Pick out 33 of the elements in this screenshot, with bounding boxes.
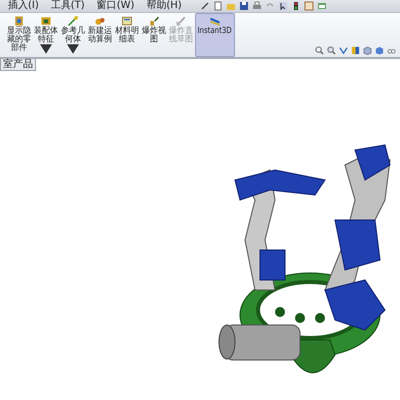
pin-icon[interactable] (200, 1, 210, 11)
table-icon (121, 15, 133, 27)
gears-icon (94, 15, 106, 27)
toolbar-button[interactable]: 新建运动算例 (87, 13, 113, 57)
toolbar-button[interactable]: 显示隐藏的零部件 (6, 13, 32, 57)
toolbar-button[interactable]: 装配体特征 (33, 13, 59, 57)
toolbar-button[interactable]: 爆炸视图 (141, 13, 167, 57)
save-icon[interactable] (238, 1, 249, 11)
zoom-fit-icon[interactable] (315, 46, 324, 55)
axis-icon (67, 15, 79, 27)
caret-icon[interactable] (67, 43, 79, 55)
print-icon[interactable] (252, 1, 262, 11)
toolbar-button[interactable]: Instant3D (195, 13, 235, 57)
menu-item[interactable]: 工具(T) (50, 0, 85, 12)
section-view-icon[interactable] (351, 46, 360, 55)
assembly-icon (40, 15, 52, 27)
display-style-icon[interactable] (375, 46, 384, 55)
gear-box-icon (13, 15, 25, 27)
new-document-icon[interactable] (212, 1, 223, 11)
line-sketch-icon (175, 15, 187, 27)
zoom-area-icon[interactable] (327, 46, 336, 55)
select-icon[interactable] (278, 1, 288, 11)
explode-icon (148, 15, 160, 27)
menu-item[interactable]: 帮助(H) (146, 0, 182, 12)
cube-icon[interactable] (363, 46, 372, 55)
previous-view-icon[interactable] (339, 46, 348, 55)
glasses-icon[interactable] (387, 46, 396, 55)
window-icon[interactable] (316, 1, 327, 11)
toolbar-button[interactable]: 材料明细表 (114, 13, 140, 57)
command-tab[interactable]: 室产品 (0, 59, 36, 71)
menu-item[interactable]: 插入(I) (8, 0, 39, 12)
toolbar-button[interactable]: 参考几何体 (60, 13, 86, 57)
caret-icon[interactable] (40, 43, 52, 55)
